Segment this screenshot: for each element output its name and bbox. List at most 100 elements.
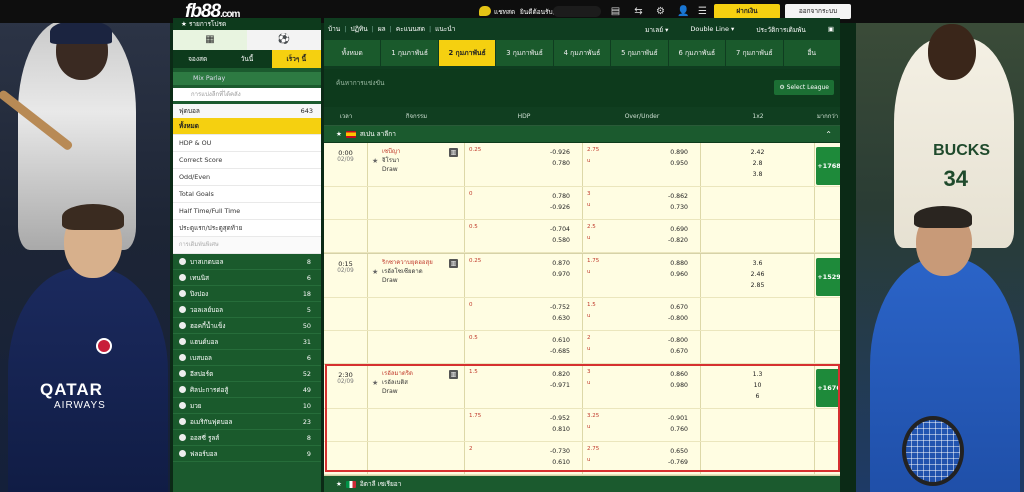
wallet-icon[interactable]: ▤	[609, 5, 622, 18]
bet-type-item[interactable]: การเดิมพันพิเศษ	[173, 237, 321, 254]
hdp-away-odd[interactable]: -0.926	[465, 202, 582, 213]
under-odd[interactable]: 0.730	[583, 202, 700, 213]
over-odd[interactable]: 0.690	[583, 224, 700, 235]
date-tab[interactable]: 6 กุมภาพันธ์	[668, 40, 726, 66]
deposit-button[interactable]: ฝากเงิน	[714, 4, 780, 19]
1x2-odd[interactable]: 10	[701, 380, 814, 391]
hdp-home-odd[interactable]: 0.870	[465, 258, 582, 269]
over-odd[interactable]: 0.670	[583, 302, 700, 313]
date-tab[interactable]: 5 กุมภาพันธ์	[611, 40, 668, 66]
star-icon[interactable]: ★	[372, 268, 378, 276]
bet-type-item[interactable]: HDP & OU	[173, 135, 321, 152]
over-odd[interactable]: -0.800	[583, 335, 700, 346]
1x2-odd[interactable]: 2.46	[701, 269, 814, 280]
live-chat-link[interactable]: แชทสด	[494, 7, 515, 17]
hdp-away-odd[interactable]: 0.610	[465, 457, 582, 468]
more-markets-button[interactable]: +1529	[816, 258, 840, 296]
transfer-icon[interactable]: ⇆	[632, 5, 645, 18]
tab-live[interactable]: จองสด	[173, 50, 222, 68]
bet-type-item[interactable]: Half Time/Full Time	[173, 203, 321, 220]
bet-history-link[interactable]: ประวัติการเดิมพัน	[756, 25, 806, 35]
hdp-home-odd[interactable]: -0.952	[465, 413, 582, 424]
menu-icon[interactable]: ☰	[696, 5, 709, 18]
nav-calendar[interactable]: ปฏิทิน	[350, 24, 367, 34]
under-odd[interactable]: -0.820	[583, 235, 700, 246]
sidebar-item-sport[interactable]: ปิงปอง 18	[173, 286, 321, 302]
over-odd[interactable]: -0.862	[583, 191, 700, 202]
sidebar-item-sport[interactable]: เทนนิส 6	[173, 270, 321, 286]
hdp-home-odd[interactable]: -0.704	[465, 224, 582, 235]
favorites-header[interactable]: ★ รายการโปรด	[173, 18, 321, 30]
under-odd[interactable]: 0.670	[583, 346, 700, 357]
more-markets-button[interactable]: +1676	[816, 369, 840, 407]
star-icon[interactable]: ★	[336, 126, 342, 143]
chevron-up-icon[interactable]: ⌃	[825, 126, 832, 143]
hdp-away-odd[interactable]: 0.780	[465, 158, 582, 169]
sidebar-item-sport[interactable]: มวย 10	[173, 398, 321, 414]
sidebar-item-sport[interactable]: แฮนด์บอล 31	[173, 334, 321, 350]
sidebar-item-sport[interactable]: อเมริกันฟุตบอล 23	[173, 414, 321, 430]
select-league-button[interactable]: ⚙ Select League	[774, 80, 834, 95]
date-tab[interactable]: 1 กุมภาพันธ์	[381, 40, 438, 66]
over-odd[interactable]: 0.860	[583, 369, 700, 380]
over-odd[interactable]: -0.901	[583, 413, 700, 424]
over-odd[interactable]: 0.890	[583, 147, 700, 158]
over-odd[interactable]: 0.880	[583, 258, 700, 269]
bet-type-item[interactable]: Total Goals	[173, 186, 321, 203]
sidebar-item-sport[interactable]: ออสซี่ รูลส์ 8	[173, 430, 321, 446]
sidebar-item-sport[interactable]: วอลเลย์บอล 5	[173, 302, 321, 318]
league-row[interactable]: ★ อิตาลี เซเรียอา	[324, 476, 840, 492]
date-tab[interactable]: อื่น	[783, 40, 840, 66]
nav-home[interactable]: บ้าน	[328, 24, 340, 34]
under-odd[interactable]: 0.960	[583, 269, 700, 280]
date-tab[interactable]: 7 กุมภาพันธ์	[726, 40, 783, 66]
hdp-away-odd[interactable]: 0.970	[465, 269, 582, 280]
sidebar-item-sport[interactable]: บาสเกตบอล 8	[173, 254, 321, 270]
under-odd[interactable]: 0.760	[583, 424, 700, 435]
sidebar-item-sport[interactable]: ฟลอร์บอล 9	[173, 446, 321, 462]
tab-today[interactable]: วันนี้	[222, 50, 271, 68]
hdp-home-odd[interactable]: -0.730	[465, 446, 582, 457]
nav-results[interactable]: ผล	[378, 24, 386, 34]
logout-button[interactable]: ออกจากระบบ	[785, 4, 851, 19]
sidebar-item-sport[interactable]: อีสปอร์ต 52	[173, 366, 321, 382]
hdp-home-odd[interactable]: -0.926	[465, 147, 582, 158]
hdp-home-odd[interactable]: 0.820	[465, 369, 582, 380]
print-icon[interactable]: ▣	[828, 25, 834, 35]
hdp-away-odd[interactable]: -0.971	[465, 380, 582, 391]
hdp-away-odd[interactable]: -0.685	[465, 346, 582, 357]
hdp-home-odd[interactable]: 0.610	[465, 335, 582, 346]
tab-early[interactable]: เร็วๆ นี้	[271, 50, 321, 68]
nav-live-score[interactable]: คะแนนสด	[396, 24, 425, 34]
hdp-home-odd[interactable]: -0.752	[465, 302, 582, 313]
football-view-icon[interactable]: ⚽	[247, 30, 321, 50]
1x2-odd[interactable]: 3.6	[701, 258, 814, 269]
hdp-home-odd[interactable]: 0.780	[465, 191, 582, 202]
chat-icon[interactable]	[479, 6, 491, 16]
stats-icon[interactable]: ▥	[449, 370, 458, 379]
profile-icon[interactable]: 👤	[677, 5, 690, 18]
bet-type-item[interactable]: ประตูแรก/ประตูสุดท้าย	[173, 220, 321, 237]
1x2-odd[interactable]: 2.8	[701, 158, 814, 169]
star-icon[interactable]: ★	[372, 157, 378, 165]
mix-parlay-link[interactable]: Mix Parlay	[173, 72, 321, 85]
hdp-away-odd[interactable]: 0.810	[465, 424, 582, 435]
hdp-away-odd[interactable]: 0.580	[465, 235, 582, 246]
1x2-odd[interactable]: 2.85	[701, 280, 814, 291]
nav-recommend[interactable]: แนะนำ	[435, 24, 455, 34]
bet-type-item[interactable]: Correct Score	[173, 152, 321, 169]
star-icon[interactable]: ★	[372, 379, 378, 387]
more-markets-button[interactable]: +1768	[816, 147, 840, 185]
date-tab[interactable]: 3 กุมภาพันธ์	[496, 40, 553, 66]
bet-type-item[interactable]: Odd/Even	[173, 169, 321, 186]
1x2-odd[interactable]: 1.3	[701, 369, 814, 380]
stats-icon[interactable]: ▥	[449, 148, 458, 157]
under-odd[interactable]: -0.769	[583, 457, 700, 468]
line-mode-select[interactable]: Double Line ▾	[690, 25, 734, 35]
settings-icon[interactable]: ⚙	[654, 5, 667, 18]
hdp-away-odd[interactable]: 0.630	[465, 313, 582, 324]
sidebar-item-sport[interactable]: เบสบอล 6	[173, 350, 321, 366]
odds-format-select[interactable]: มาเลย์ ▾	[645, 25, 668, 35]
list-view-icon[interactable]: ▦	[173, 30, 247, 50]
sidebar-item-sport[interactable]: ศิลปะการต่อสู้ 49	[173, 382, 321, 398]
